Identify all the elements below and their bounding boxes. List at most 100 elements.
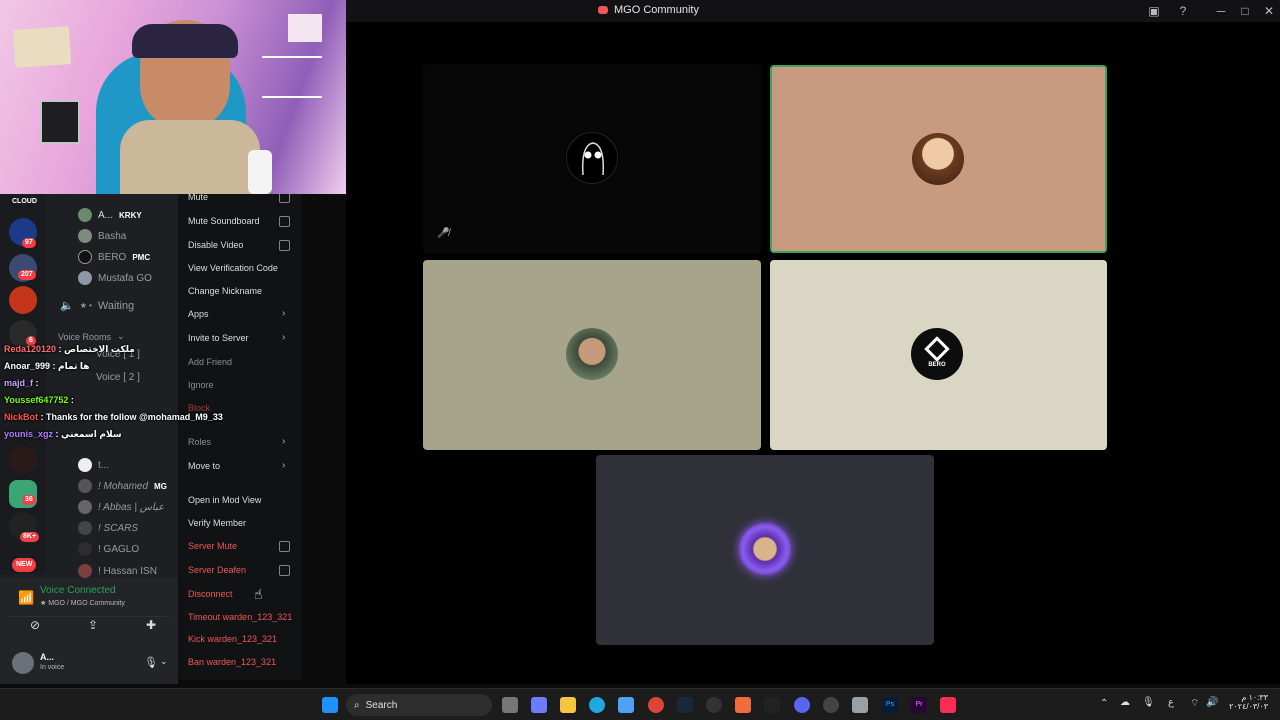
task-view-icon[interactable]: [502, 697, 518, 713]
cloud-icon[interactable]: ☁: [1120, 697, 1130, 708]
chat-username[interactable]: Youssef647752: [4, 395, 68, 405]
chevron-down-icon[interactable]: ⌄: [160, 656, 168, 667]
menu-item-move-to[interactable]: Move to: [188, 461, 220, 471]
tiktok-icon[interactable]: [940, 697, 956, 713]
brave-icon[interactable]: [735, 697, 751, 713]
menu-item-server-mute[interactable]: Server Mute: [188, 541, 237, 551]
member-row[interactable]: ! GAGLO: [78, 542, 139, 556]
menu-item-mute-soundboard[interactable]: Mute Soundboard: [188, 216, 260, 226]
screenshare-icon[interactable]: ⇪: [88, 618, 98, 632]
member-row[interactable]: ! Hassan ISN: [78, 564, 157, 578]
member-row[interactable]: ! Mohamed MG: [78, 479, 167, 493]
menu-item-kick-warden-123-321[interactable]: Kick warden_123_321: [188, 634, 277, 644]
capcut-icon[interactable]: [764, 697, 780, 713]
menu-item-verify-member[interactable]: Verify Member: [188, 518, 246, 528]
microphone-icon[interactable]: 🎙: [1142, 697, 1155, 708]
checkbox[interactable]: [279, 565, 290, 576]
close-button[interactable]: ✕: [1260, 3, 1278, 19]
server-icon[interactable]: [9, 446, 37, 474]
settings-icon[interactable]: [706, 697, 722, 713]
menu-item-server-deafen[interactable]: Server Deafen: [188, 565, 246, 575]
menu-item-roles[interactable]: Roles: [188, 437, 211, 447]
camera-off-icon[interactable]: ⊘: [30, 618, 40, 632]
video-tile-speaking[interactable]: [770, 65, 1107, 253]
wifi-icon[interactable]: ⌔: [1190, 697, 1199, 710]
menu-item-timeout-warden-123-321[interactable]: Timeout warden_123_321: [188, 612, 292, 622]
photoshop-icon[interactable]: Ps: [882, 697, 898, 713]
member-name: t...: [98, 459, 110, 471]
member-row[interactable]: A... KRKY: [78, 208, 142, 222]
voice-status-location[interactable]: ★ MGO / MGO Community: [40, 599, 125, 607]
start-icon[interactable]: [322, 697, 338, 713]
mention-badge: 207: [18, 270, 36, 280]
member-row[interactable]: BERO PMC: [78, 250, 150, 264]
menu-item-apps[interactable]: Apps: [188, 309, 209, 319]
edge-icon[interactable]: [589, 697, 605, 713]
avatar: [78, 500, 92, 514]
store-icon[interactable]: [618, 697, 634, 713]
menu-item-disable-video[interactable]: Disable Video: [188, 240, 243, 250]
help-icon[interactable]: ?: [1174, 3, 1192, 19]
chevron-up-icon[interactable]: ⌃: [1100, 698, 1108, 709]
video-tile[interactable]: [423, 260, 761, 450]
voice-channel-waiting[interactable]: 🔈 ★ • Waiting: [60, 299, 135, 313]
language-indicator[interactable]: ع: [1168, 697, 1174, 708]
discord-icon[interactable]: [794, 697, 810, 713]
menu-item-change-nickname[interactable]: Change Nickname: [188, 286, 262, 296]
menu-item-ignore[interactable]: Ignore: [188, 380, 214, 390]
chat-username[interactable]: younis_xgz: [4, 429, 53, 439]
voice-channel[interactable]: Voice [ 2 ]: [96, 372, 140, 383]
file-explorer-icon[interactable]: [560, 697, 576, 713]
steam-icon[interactable]: [677, 697, 693, 713]
menu-item-view-verification-code[interactable]: View Verification Code: [188, 263, 278, 273]
chat-username[interactable]: Anoar_999: [4, 361, 50, 371]
menu-item-add-friend[interactable]: Add Friend: [188, 357, 232, 367]
checkbox[interactable]: [279, 216, 290, 227]
menu-item-ban-warden-123-321[interactable]: Ban warden_123_321: [188, 657, 276, 667]
member-tag: MG: [154, 481, 167, 491]
checkbox[interactable]: [279, 541, 290, 552]
chat-message: younis_xgz : سلام اسمعني: [4, 429, 122, 440]
member-row[interactable]: t...: [78, 458, 109, 472]
avatar: [78, 229, 92, 243]
menu-item-invite-to-server[interactable]: Invite to Server: [188, 333, 249, 343]
chat-username[interactable]: NickBot: [4, 412, 38, 422]
category-voice-rooms[interactable]: Voice Rooms ⌄: [58, 331, 125, 342]
clock[interactable]: ١٠:٣٣ م ٢٠٢٤/٠٣/٠٣: [1228, 693, 1268, 711]
menu-item-disconnect[interactable]: Disconnect: [188, 589, 233, 599]
member-row[interactable]: Basha: [78, 229, 126, 243]
obs-icon[interactable]: [823, 697, 839, 713]
shelf: [262, 56, 322, 58]
chrome-icon[interactable]: [648, 697, 664, 713]
video-tile[interactable]: 🎤̸: [423, 64, 761, 254]
activities-icon[interactable]: ✚: [146, 618, 156, 632]
maximize-button[interactable]: □: [1236, 3, 1254, 19]
avatar-text: BERO: [928, 362, 946, 368]
video-tile[interactable]: [596, 455, 934, 645]
minimize-button[interactable]: ─: [1212, 3, 1230, 19]
voice-status-label[interactable]: Voice Connected: [40, 585, 116, 596]
microphone-stand: [248, 150, 272, 194]
mention-badge: 36: [22, 495, 36, 505]
menu-item-open-in-mod-view[interactable]: Open in Mod View: [188, 495, 261, 505]
taskbar-search[interactable]: ⌕ Search: [346, 694, 492, 716]
inbox-icon[interactable]: ▣: [1145, 3, 1163, 19]
volume-icon[interactable]: 🔊: [1206, 697, 1218, 708]
member-row[interactable]: ! Abbas | عباس: [78, 500, 164, 514]
snipping-tool-icon[interactable]: [852, 697, 868, 713]
member-name: A...: [98, 209, 114, 221]
microphone-icon[interactable]: 🎙: [144, 656, 158, 669]
member-row[interactable]: ! SCARS: [78, 521, 138, 535]
channel-name: Waiting: [97, 299, 135, 312]
video-tile[interactable]: BERO: [770, 260, 1107, 450]
chat-username[interactable]: majd_f: [4, 378, 33, 388]
server-icon[interactable]: [9, 286, 37, 314]
chat-username[interactable]: Reda120120: [4, 344, 56, 354]
checkbox[interactable]: [279, 240, 290, 251]
chat-message: Reda120120 : ملكت الاختصاص: [4, 344, 135, 355]
premiere-icon[interactable]: Pr: [911, 697, 927, 713]
member-row[interactable]: Mustafa GO: [78, 271, 152, 285]
user-status: In voice: [40, 664, 65, 671]
copilot-icon[interactable]: [531, 697, 547, 713]
avatar[interactable]: [12, 652, 34, 674]
